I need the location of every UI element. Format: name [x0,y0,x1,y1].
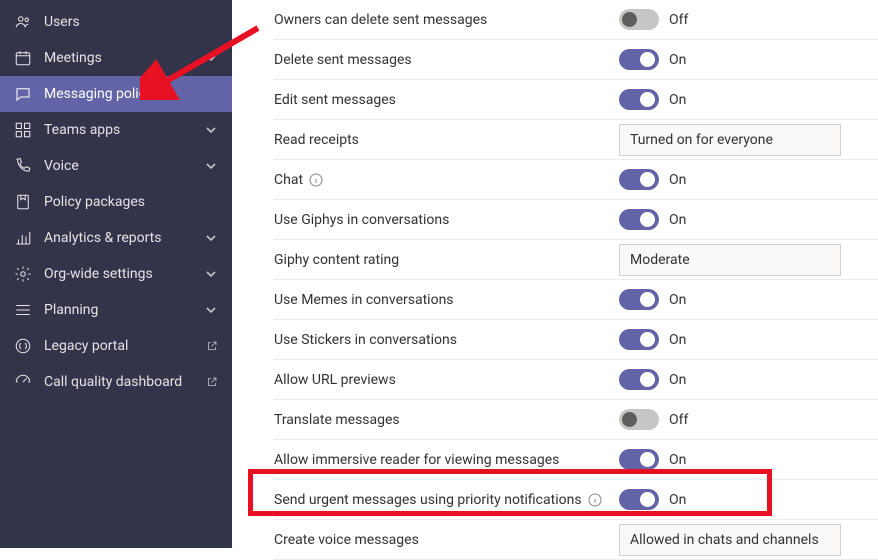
sidebar-item-label: Policy packages [44,194,218,210]
toggle-state: On [669,492,686,508]
toggle-state: On [669,292,686,308]
toggle-memes[interactable] [619,289,659,310]
info-icon[interactable] [588,493,602,507]
sidebar-item-users[interactable]: Users [0,4,232,40]
toggle-state: On [669,452,686,468]
info-icon[interactable] [309,173,323,187]
planning-icon [14,301,32,319]
message-icon [14,85,32,103]
toggle-state: On [669,172,686,188]
apps-icon [14,121,32,139]
sidebar-item-label: Messaging policies [44,86,218,102]
setting-row: Giphy content rating Moderate [274,240,878,280]
setting-row: Translate messages Off [274,400,878,440]
sidebar-item-label: Org-wide settings [44,266,204,282]
setting-row: Edit sent messages On [274,80,878,120]
sidebar-item-label: Meetings [44,50,204,66]
toggle-state: Off [669,412,688,428]
toggle-stickers[interactable] [619,329,659,350]
sidebar-item-label: Teams apps [44,122,204,138]
toggle-urgent-messages[interactable] [619,489,659,510]
package-icon [14,193,32,211]
toggle-delete-sent[interactable] [619,49,659,70]
toggle-state: On [669,52,686,68]
calendar-icon [14,49,32,67]
chevron-down-icon [204,123,218,137]
gear-icon [14,265,32,283]
setting-label: Allow immersive reader for viewing messa… [274,452,559,468]
setting-label: Read receipts [274,132,359,148]
setting-label: Edit sent messages [274,92,396,108]
external-link-icon [206,340,218,352]
toggle-state: On [669,332,686,348]
chevron-down-icon [204,159,218,173]
setting-label: Send urgent messages using priority noti… [274,492,582,508]
toggle-immersive-reader[interactable] [619,449,659,470]
toggle-state: Off [669,12,688,28]
setting-label: Owners can delete sent messages [274,12,487,28]
setting-row: Delete sent messages On [274,40,878,80]
setting-label: Use Memes in conversations [274,292,454,308]
toggle-giphys[interactable] [619,209,659,230]
toggle-state: On [669,92,686,108]
dashboard-icon [14,373,32,391]
setting-row: Chat On [274,160,878,200]
sidebar-item-label: Voice [44,158,204,174]
setting-label: Translate messages [274,412,400,428]
toggle-owners-delete[interactable] [619,9,659,30]
sidebar-item-policy-packages[interactable]: Policy packages [0,184,232,220]
toggle-state: On [669,212,686,228]
sidebar-item-label: Planning [44,302,204,318]
sidebar-item-teams-apps[interactable]: Teams apps [0,112,232,148]
sidebar-item-planning[interactable]: Planning [0,292,232,328]
sidebar-item-label: Analytics & reports [44,230,204,246]
setting-label: Create voice messages [274,532,419,548]
sidebar-item-label: Call quality dashboard [44,374,198,390]
chevron-down-icon [204,267,218,281]
users-icon [14,13,32,31]
setting-row-urgent: Send urgent messages using priority noti… [274,480,878,520]
sidebar-item-meetings[interactable]: Meetings [0,40,232,76]
setting-label: Use Stickers in conversations [274,332,457,348]
legacy-icon [14,337,32,355]
setting-row: Create voice messages Allowed in chats a… [274,520,878,560]
toggle-state: On [669,372,686,388]
setting-label: Use Giphys in conversations [274,212,449,228]
setting-label: Chat [274,172,303,188]
sidebar-item-label: Legacy portal [44,338,198,354]
setting-row: Owners can delete sent messages Off [274,0,878,40]
setting-row: Use Stickers in conversations On [274,320,878,360]
sidebar-item-messaging-policies[interactable]: Messaging policies [0,76,232,112]
sidebar: Users Meetings Messaging policies Teams … [0,0,232,548]
sidebar-item-analytics[interactable]: Analytics & reports [0,220,232,256]
setting-row: Allow immersive reader for viewing messa… [274,440,878,480]
sidebar-item-label: Users [44,14,218,30]
setting-row: Read receipts Turned on for everyone [274,120,878,160]
setting-label: Allow URL previews [274,372,396,388]
analytics-icon [14,229,32,247]
external-link-icon [206,376,218,388]
setting-row: Use Giphys in conversations On [274,200,878,240]
toggle-chat[interactable] [619,169,659,190]
select-voice-messages[interactable]: Allowed in chats and channels [619,524,841,556]
chevron-down-icon [204,303,218,317]
chevron-down-icon [204,231,218,245]
setting-row: Use Memes in conversations On [274,280,878,320]
sidebar-item-legacy-portal[interactable]: Legacy portal [0,328,232,364]
sidebar-item-voice[interactable]: Voice [0,148,232,184]
sidebar-item-call-quality-dashboard[interactable]: Call quality dashboard [0,364,232,400]
toggle-url-previews[interactable] [619,369,659,390]
setting-row: Allow URL previews On [274,360,878,400]
chevron-down-icon [204,51,218,65]
sidebar-item-org-wide-settings[interactable]: Org-wide settings [0,256,232,292]
phone-icon [14,157,32,175]
setting-label: Delete sent messages [274,52,412,68]
select-giphy-rating[interactable]: Moderate [619,244,841,276]
settings-panel: Owners can delete sent messages Off Dele… [232,0,878,548]
toggle-translate[interactable] [619,409,659,430]
toggle-edit-sent[interactable] [619,89,659,110]
select-read-receipts[interactable]: Turned on for everyone [619,124,841,156]
setting-label: Giphy content rating [274,252,399,268]
